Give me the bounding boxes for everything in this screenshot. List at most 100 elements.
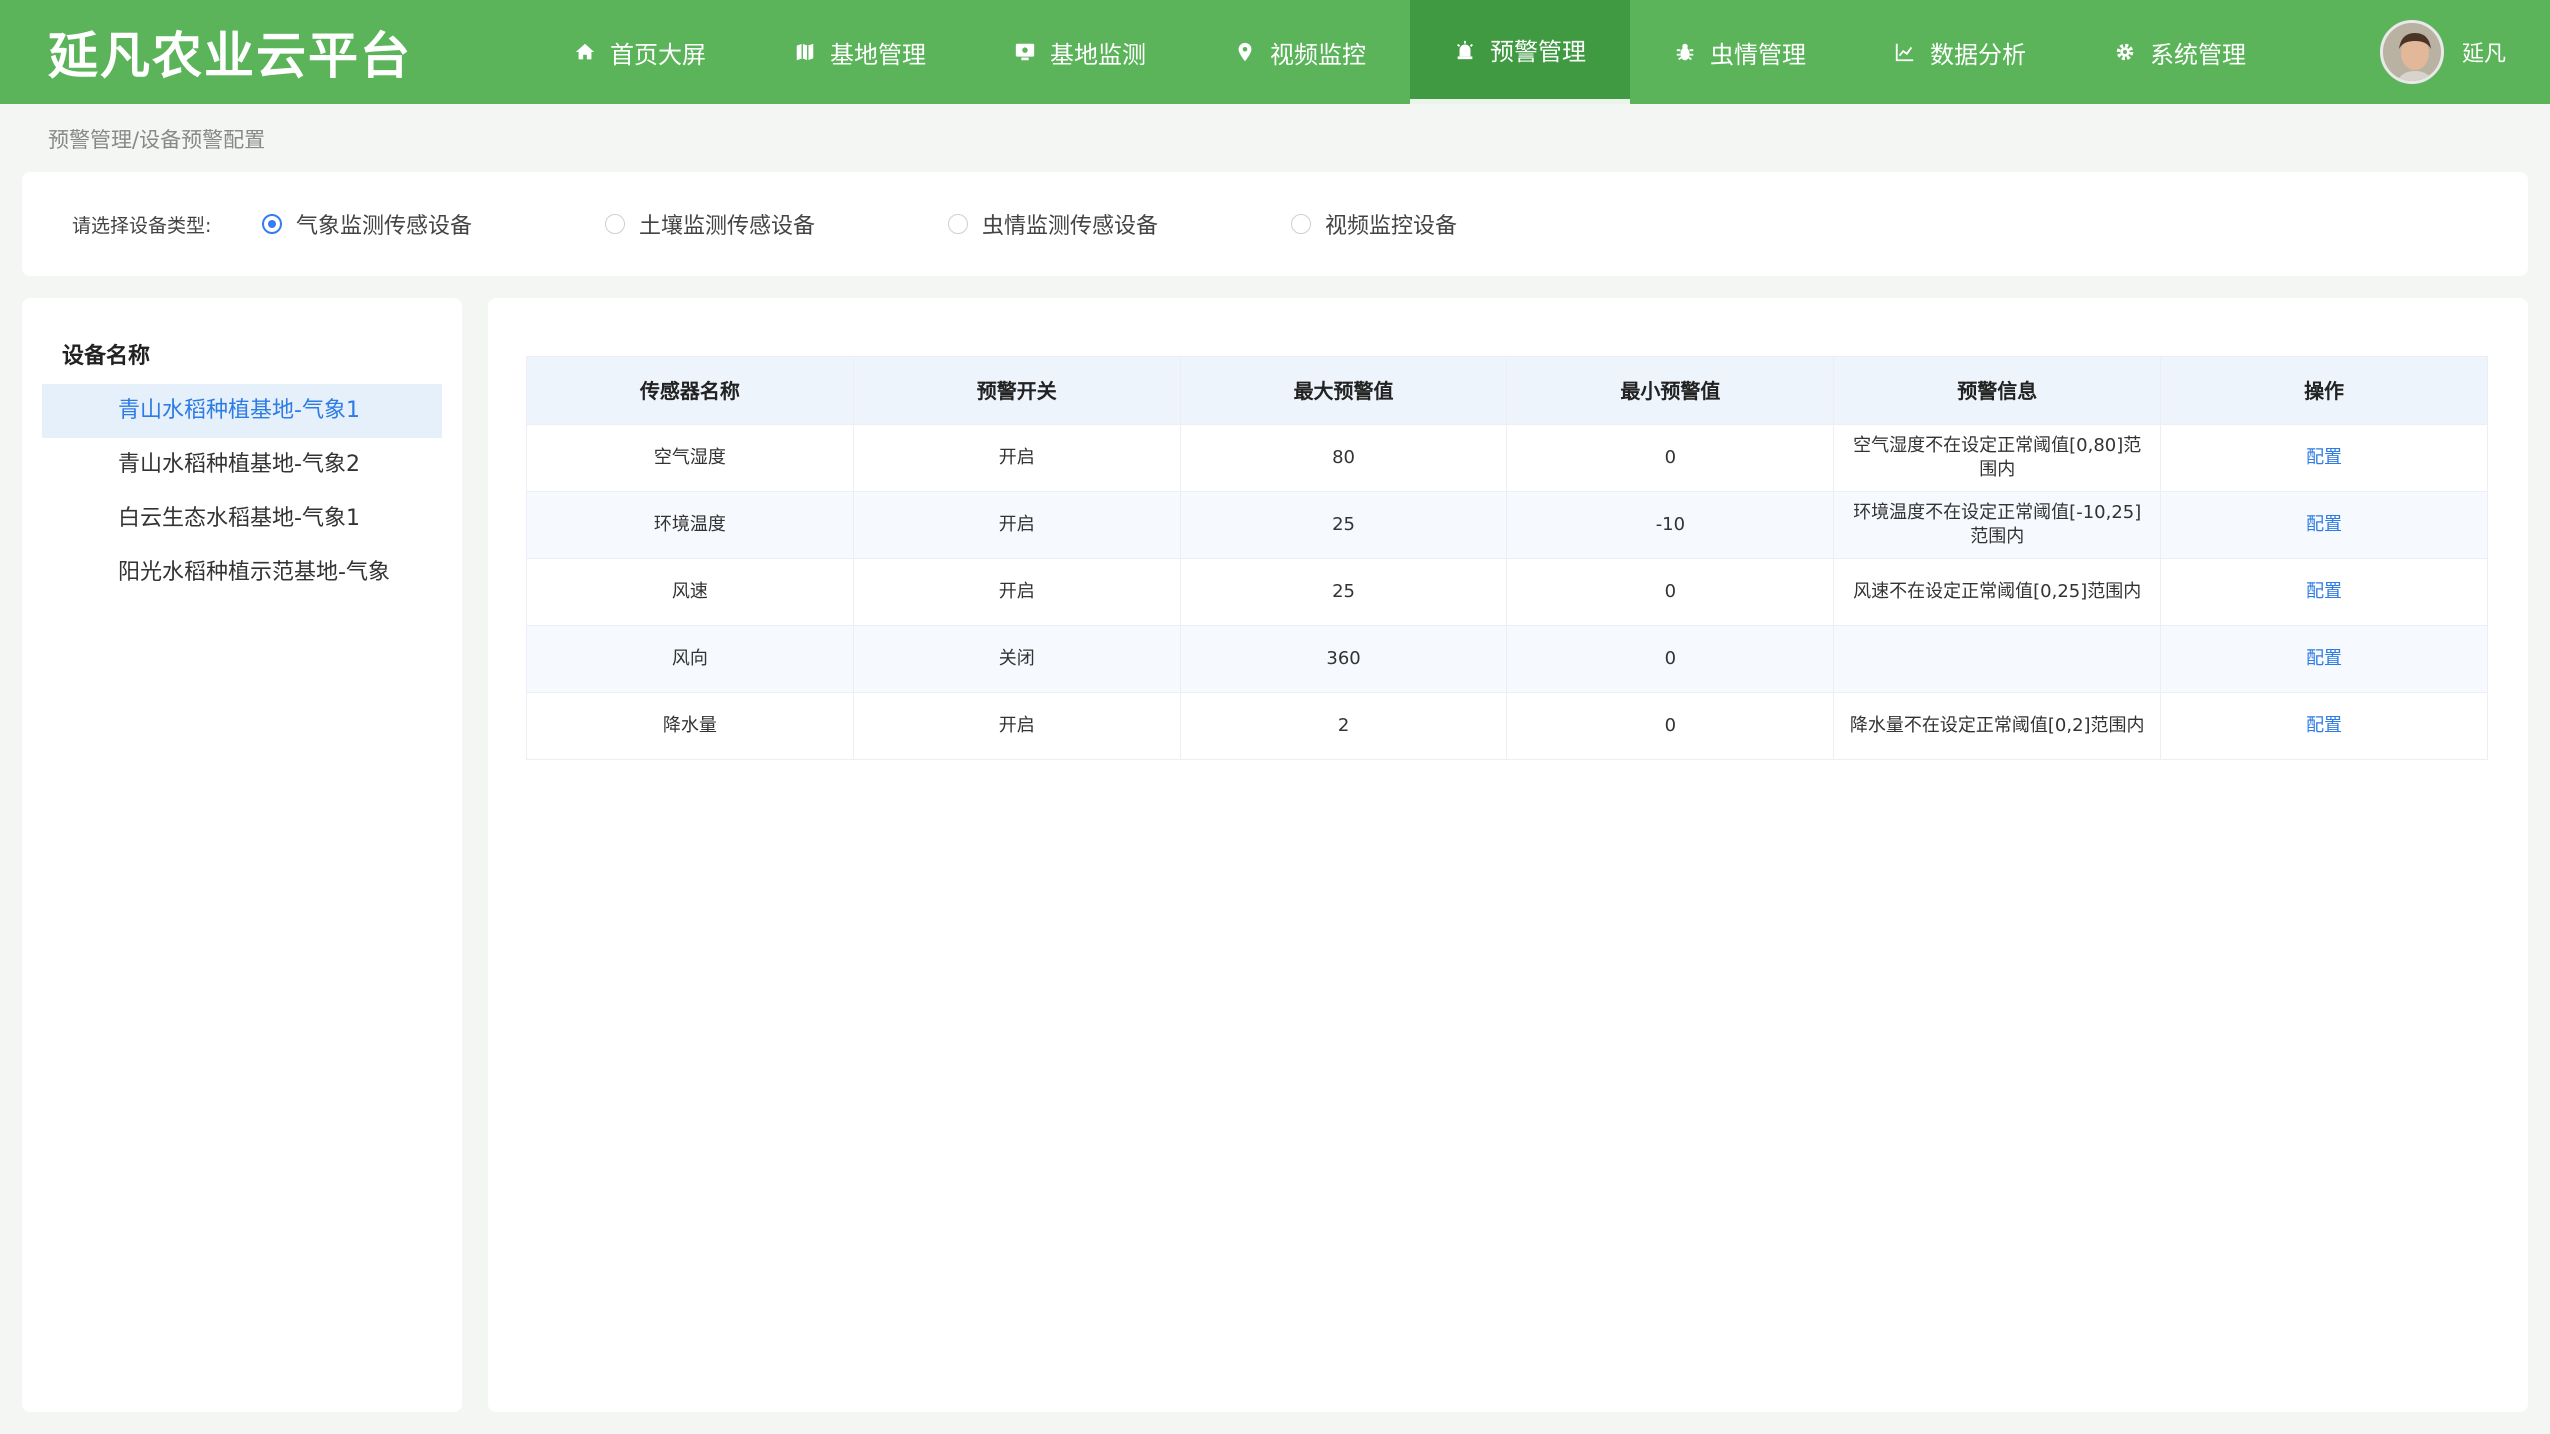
configure-link[interactable]: 配置	[2306, 648, 2342, 669]
table-header-row: 传感器名称 预警开关 最大预警值 最小预警值 预警信息 操作	[526, 356, 2488, 425]
device-list: 青山水稻种植基地-气象1 青山水稻种植基地-气象2 白云生态水稻基地-气象1 阳…	[42, 384, 462, 600]
gear-icon	[2114, 41, 2136, 63]
max-value: 80	[1179, 424, 1508, 492]
sensor-name: 降水量	[526, 692, 854, 760]
main-nav: 首页大屏 基地管理 基地监测 视频监控 预警管理 虫情管理 数据分析 系统管理	[530, 0, 2290, 104]
device-type-selector: 请选择设备类型: 气象监测传感设备 土壤监测传感设备 虫情监测传感设备 视频监控…	[22, 172, 2528, 276]
column-header-action: 操作	[2160, 356, 2488, 425]
breadcrumb: 预警管理/设备预警配置	[48, 128, 266, 152]
location-pin-icon	[1234, 41, 1256, 63]
action-cell: 配置	[2160, 692, 2488, 760]
nav-system-management[interactable]: 系统管理	[2070, 0, 2290, 104]
max-value: 2	[1179, 692, 1508, 760]
sensor-name: 风向	[526, 625, 854, 693]
nav-alarm-management[interactable]: 预警管理	[1410, 0, 1630, 104]
nav-base-monitoring-label: 基地监测	[1050, 40, 1146, 69]
configure-link[interactable]: 配置	[2306, 581, 2342, 602]
column-header-min-value: 最小预警值	[1506, 356, 1835, 425]
action-cell: 配置	[2160, 625, 2488, 693]
column-header-alarm-info: 预警信息	[1833, 356, 2162, 425]
max-value: 25	[1179, 491, 1508, 559]
min-value: 0	[1506, 692, 1835, 760]
username[interactable]: 延凡	[2462, 36, 2506, 68]
action-cell: 配置	[2160, 558, 2488, 626]
radio-checked-icon[interactable]	[262, 214, 282, 234]
sensor-name: 空气湿度	[526, 424, 854, 492]
radio-weather-sensor-label: 气象监测传感设备	[296, 214, 473, 239]
alarm-switch: 关闭	[852, 625, 1181, 693]
map-icon	[794, 41, 816, 63]
column-header-max-value: 最大预警值	[1179, 356, 1508, 425]
column-header-sensor-name: 传感器名称	[526, 356, 854, 425]
sensor-name: 环境温度	[526, 491, 854, 559]
nav-pest-management-label: 虫情管理	[1710, 40, 1806, 69]
device-item[interactable]: 阳光水稻种植示范基地-气象	[42, 546, 442, 600]
nav-pest-management[interactable]: 虫情管理	[1630, 0, 1850, 104]
top-header: 延凡农业云平台 首页大屏 基地管理 基地监测 视频监控 预警管理 虫情管理 数据…	[0, 0, 2550, 104]
alarm-info: 空气湿度不在设定正常阈值[0,80]范围内	[1833, 424, 2162, 492]
radio-weather-sensor[interactable]: 气象监测传感设备	[262, 208, 605, 240]
device-list-title: 设备名称	[62, 344, 151, 369]
nav-data-analysis-label: 数据分析	[1930, 40, 2026, 69]
radio-pest-sensor[interactable]: 虫情监测传感设备	[948, 208, 1291, 240]
chart-icon	[1894, 41, 1916, 63]
device-item[interactable]: 白云生态水稻基地-气象1	[42, 492, 442, 546]
radio-video-device[interactable]: 视频监控设备	[1291, 208, 1634, 240]
alarm-icon	[1454, 39, 1476, 61]
bug-icon	[1674, 41, 1696, 63]
sensor-table: 传感器名称 预警开关 最大预警值 最小预警值 预警信息 操作 空气湿度 开启 8…	[526, 356, 2488, 760]
nav-video-monitoring[interactable]: 视频监控	[1190, 0, 1410, 104]
table-row: 空气湿度 开启 80 0 空气湿度不在设定正常阈值[0,80]范围内 配置	[526, 424, 2488, 492]
nav-home-label: 首页大屏	[610, 40, 706, 69]
alarm-switch: 开启	[852, 692, 1181, 760]
configure-link[interactable]: 配置	[2306, 447, 2342, 468]
nav-system-management-label: 系统管理	[2150, 40, 2246, 69]
alarm-switch: 开启	[852, 424, 1181, 492]
radio-unchecked-icon[interactable]	[1291, 214, 1311, 234]
table-row: 环境温度 开启 25 -10 环境温度不在设定正常阈值[-10,25]范围内 配…	[526, 491, 2488, 559]
radio-pest-sensor-label: 虫情监测传感设备	[982, 214, 1159, 239]
min-value: -10	[1506, 491, 1835, 559]
table-row: 风向 关闭 360 0 配置	[526, 625, 2488, 693]
user-menu[interactable]: 延凡	[2379, 0, 2506, 104]
alarm-switch: 开启	[852, 558, 1181, 626]
avatar[interactable]	[2379, 20, 2444, 84]
monitor-icon	[1014, 41, 1036, 63]
alarm-switch: 开启	[852, 491, 1181, 559]
nav-home[interactable]: 首页大屏	[530, 0, 750, 104]
radio-soil-sensor-label: 土壤监测传感设备	[639, 214, 816, 239]
configure-link[interactable]: 配置	[2306, 514, 2342, 535]
table-row: 降水量 开启 2 0 降水量不在设定正常阈值[0,2]范围内 配置	[526, 692, 2488, 760]
column-header-alarm-switch: 预警开关	[852, 356, 1181, 425]
radio-unchecked-icon[interactable]	[948, 214, 968, 234]
device-list-panel: 设备名称 青山水稻种植基地-气象1 青山水稻种植基地-气象2 白云生态水稻基地-…	[22, 298, 462, 1412]
device-type-label: 请选择设备类型:	[72, 214, 212, 237]
radio-unchecked-icon[interactable]	[605, 214, 625, 234]
nav-base-management[interactable]: 基地管理	[750, 0, 970, 104]
action-cell: 配置	[2160, 491, 2488, 559]
radio-soil-sensor[interactable]: 土壤监测传感设备	[605, 208, 948, 240]
max-value: 360	[1179, 625, 1508, 693]
device-item[interactable]: 青山水稻种植基地-气象2	[42, 438, 442, 492]
action-cell: 配置	[2160, 424, 2488, 492]
configure-link[interactable]: 配置	[2306, 715, 2342, 736]
nav-video-monitoring-label: 视频监控	[1270, 40, 1366, 69]
app-title: 延凡农业云平台	[48, 26, 412, 85]
sensor-name: 风速	[526, 558, 854, 626]
nav-alarm-management-label: 预警管理	[1490, 38, 1586, 66]
alarm-info	[1833, 625, 2162, 693]
table-row: 风速 开启 25 0 风速不在设定正常阈值[0,25]范围内 配置	[526, 558, 2488, 626]
home-icon	[574, 41, 596, 63]
radio-video-device-label: 视频监控设备	[1325, 214, 1458, 239]
min-value: 0	[1506, 625, 1835, 693]
nav-base-monitoring[interactable]: 基地监测	[970, 0, 1190, 104]
alarm-info: 环境温度不在设定正常阈值[-10,25]范围内	[1833, 491, 2162, 559]
max-value: 25	[1179, 558, 1508, 626]
min-value: 0	[1506, 558, 1835, 626]
nav-base-management-label: 基地管理	[830, 40, 926, 69]
alarm-info: 风速不在设定正常阈值[0,25]范围内	[1833, 558, 2162, 626]
device-item-selected[interactable]: 青山水稻种植基地-气象1	[42, 384, 442, 438]
alarm-info: 降水量不在设定正常阈值[0,2]范围内	[1833, 692, 2162, 760]
min-value: 0	[1506, 424, 1835, 492]
nav-data-analysis[interactable]: 数据分析	[1850, 0, 2070, 104]
